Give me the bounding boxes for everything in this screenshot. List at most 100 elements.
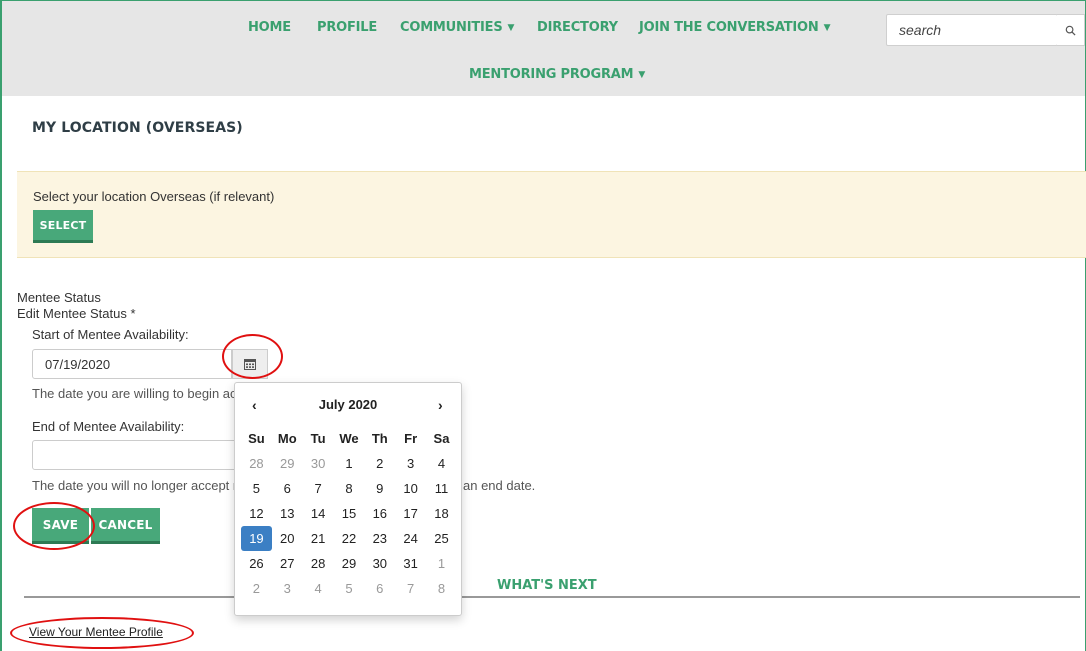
- calendar-day[interactable]: 21: [303, 526, 334, 551]
- calendar-day[interactable]: 5: [241, 476, 272, 501]
- calendar-day[interactable]: 8: [334, 476, 365, 501]
- whats-next-heading: WHAT'S NEXT: [497, 578, 597, 593]
- calendar-button[interactable]: [232, 349, 268, 379]
- nav-row-secondary: MENTORING PROGRAM ▼: [2, 67, 1085, 87]
- weekday-label: Th: [371, 431, 388, 446]
- start-date-input[interactable]: [32, 349, 232, 379]
- calendar-day[interactable]: 6: [272, 476, 303, 501]
- weekday-label: Mo: [277, 431, 297, 446]
- divider: [460, 596, 1080, 598]
- calendar-day[interactable]: 1: [334, 451, 365, 476]
- calendar-day[interactable]: 26: [241, 551, 272, 576]
- weekday-label: Sa: [433, 431, 450, 446]
- caret-down-icon: ▼: [638, 70, 646, 80]
- calendar-day[interactable]: 1: [426, 551, 457, 576]
- nav-communities[interactable]: COMMUNITIES ▼: [400, 20, 514, 35]
- nav-directory[interactable]: DIRECTORY: [537, 20, 618, 35]
- calendar-icon: [244, 359, 256, 370]
- calendar-day[interactable]: 25: [426, 526, 457, 551]
- select-button[interactable]: SELECT: [33, 210, 93, 243]
- calendar-day[interactable]: 3: [395, 451, 426, 476]
- start-date-help: The date you are willing to begin ac: [32, 386, 237, 401]
- end-date-help-tail: an end date.: [463, 478, 536, 493]
- calendar-day[interactable]: 18: [426, 501, 457, 526]
- calendar-week-row: 5 6 7 8 9 10 11: [241, 476, 457, 501]
- calendar-day[interactable]: 30: [364, 551, 395, 576]
- mentee-status-heading: Mentee Status: [17, 290, 101, 305]
- calendar-day[interactable]: 3: [272, 576, 303, 601]
- nav-mentoring-label: MENTORING PROGRAM: [469, 67, 634, 82]
- weekday-label: Su: [248, 431, 265, 446]
- calendar-day[interactable]: 15: [334, 501, 365, 526]
- calendar-day[interactable]: 13: [272, 501, 303, 526]
- calendar-day[interactable]: 24: [395, 526, 426, 551]
- top-navigation: HOME PROFILE COMMUNITIES ▼ DIRECTORY JOIN…: [2, 1, 1085, 96]
- date-picker-month[interactable]: July 2020: [235, 397, 461, 412]
- calendar-day[interactable]: 2: [364, 451, 395, 476]
- end-date-input[interactable]: [32, 440, 268, 470]
- calendar-day[interactable]: 27: [272, 551, 303, 576]
- nav-mentoring-program[interactable]: MENTORING PROGRAM ▼: [469, 67, 645, 82]
- calendar-day[interactable]: 29: [334, 551, 365, 576]
- edit-status-label: Edit Mentee Status *: [17, 306, 136, 321]
- calendar-day[interactable]: 30: [303, 451, 334, 476]
- search-button[interactable]: [1057, 14, 1085, 46]
- calendar-day[interactable]: 22: [334, 526, 365, 551]
- calendar-day[interactable]: 16: [364, 501, 395, 526]
- calendar-day[interactable]: 12: [241, 501, 272, 526]
- nav-home[interactable]: HOME: [248, 20, 291, 35]
- view-mentee-profile-link[interactable]: View Your Mentee Profile: [29, 625, 163, 639]
- calendar-day[interactable]: 4: [426, 451, 457, 476]
- nav-join-label: JOIN THE CONVERSATION: [639, 20, 819, 35]
- nav-join-conversation[interactable]: JOIN THE CONVERSATION ▼: [639, 20, 830, 35]
- calendar-week-row: 26 27 28 29 30 31 1: [241, 551, 457, 576]
- calendar-day[interactable]: 31: [395, 551, 426, 576]
- calendar-week-row: 19 20 21 22 23 24 25: [241, 526, 457, 551]
- date-picker: July 2020 ‹ › Su Mo Tu We Th Fr Sa 28 29 30 1 2 3 4 5…: [234, 382, 462, 616]
- divider: [24, 596, 236, 598]
- calendar-day[interactable]: 4: [303, 576, 334, 601]
- page-frame: [0, 0, 1086, 651]
- calendar-week-row: 2345678: [241, 576, 457, 601]
- save-button[interactable]: SAVE: [32, 508, 89, 544]
- calendar-day[interactable]: 11: [426, 476, 457, 501]
- search-icon: [1065, 25, 1076, 36]
- notice-text: Select your location Overseas (if releva…: [33, 189, 275, 204]
- prev-month-icon[interactable]: ‹: [252, 397, 257, 413]
- caret-down-icon: ▼: [823, 23, 831, 33]
- search-input[interactable]: [886, 14, 1058, 46]
- calendar-day[interactable]: 10: [395, 476, 426, 501]
- location-notice: Select your location Overseas (if releva…: [17, 171, 1086, 258]
- calendar-day[interactable]: 9: [364, 476, 395, 501]
- weekday-label: Fr: [404, 431, 418, 446]
- calendar-day[interactable]: 7: [395, 576, 426, 601]
- calendar-day-selected[interactable]: 19: [241, 526, 272, 551]
- calendar-day[interactable]: 29: [272, 451, 303, 476]
- calendar-day[interactable]: 6: [364, 576, 395, 601]
- next-month-icon[interactable]: ›: [438, 397, 443, 413]
- nav-profile[interactable]: PROFILE: [317, 20, 377, 35]
- calendar-day[interactable]: 5: [334, 576, 365, 601]
- weekday-label: We: [339, 431, 359, 446]
- date-picker-header: July 2020 ‹ ›: [235, 397, 461, 417]
- cancel-button[interactable]: CANCEL: [91, 508, 160, 544]
- end-availability-label: End of Mentee Availability:: [32, 419, 185, 434]
- calendar-day[interactable]: 23: [364, 526, 395, 551]
- end-date-help: The date you will no longer accept n: [32, 478, 241, 493]
- weekday-label: Tu: [310, 431, 326, 446]
- weekday-header-row: Su Mo Tu We Th Fr Sa: [241, 426, 457, 451]
- date-picker-grid: Su Mo Tu We Th Fr Sa 28 29 30 1 2 3 4 5 6 7 8 9 10 11 12 13 14…: [241, 426, 457, 601]
- calendar-week-row: 28 29 30 1 2 3 4: [241, 451, 457, 476]
- calendar-day[interactable]: 7: [303, 476, 334, 501]
- nav-communities-label: COMMUNITIES: [400, 20, 503, 35]
- calendar-day[interactable]: 20: [272, 526, 303, 551]
- calendar-week-row: 12 13 14 15 16 17 18: [241, 501, 457, 526]
- page-title: MY LOCATION (OVERSEAS): [32, 120, 243, 136]
- calendar-day[interactable]: 17: [395, 501, 426, 526]
- calendar-day[interactable]: 2: [241, 576, 272, 601]
- caret-down-icon: ▼: [507, 23, 515, 33]
- calendar-day[interactable]: 28: [241, 451, 272, 476]
- calendar-day[interactable]: 8: [426, 576, 457, 601]
- calendar-day[interactable]: 28: [303, 551, 334, 576]
- calendar-day[interactable]: 14: [303, 501, 334, 526]
